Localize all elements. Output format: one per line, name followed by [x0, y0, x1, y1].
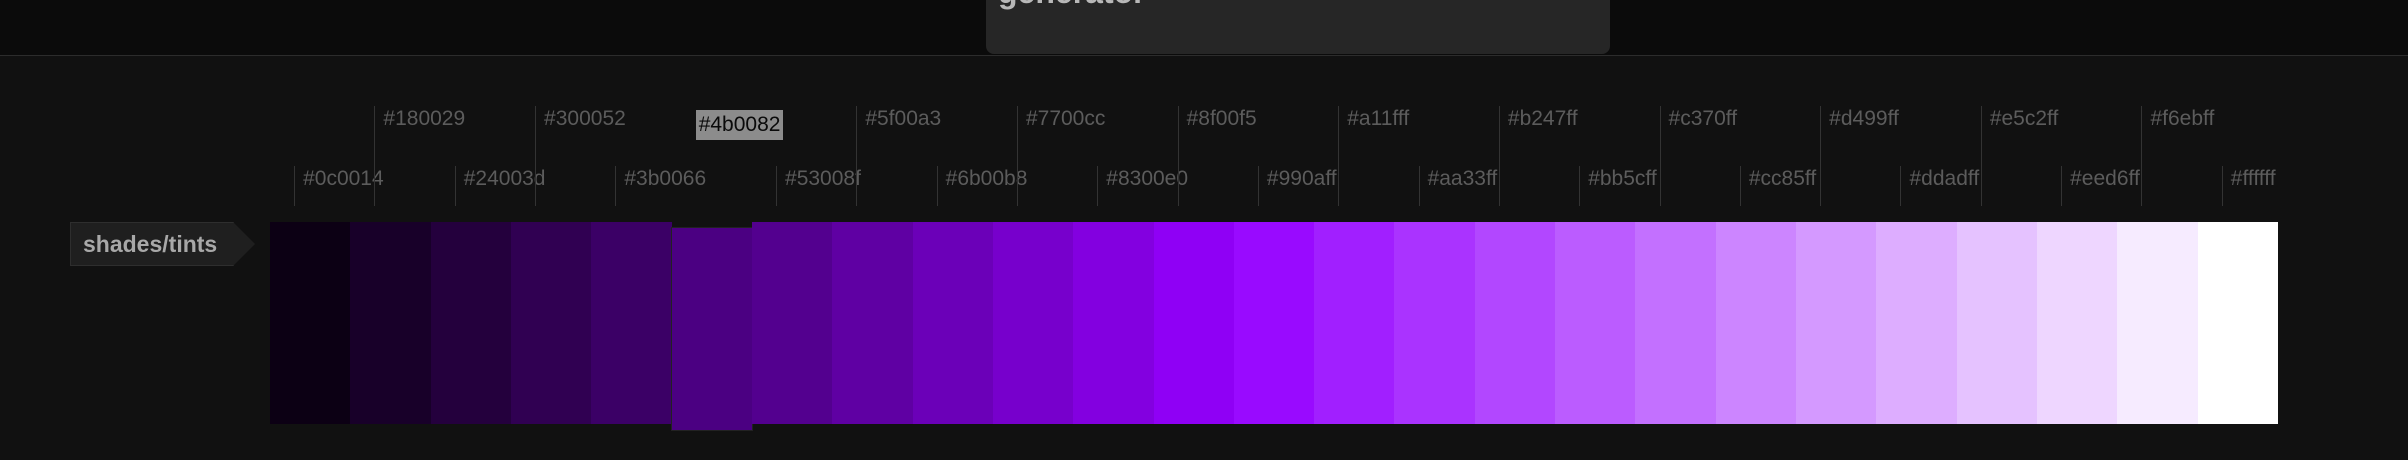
hex-label-text: #4b0082: [695, 110, 784, 140]
hex-label[interactable]: #eed6ff: [2061, 166, 2140, 206]
hex-label[interactable]: #53008f: [776, 166, 861, 206]
hex-label[interactable]: #180029: [374, 106, 465, 206]
hex-label-text: #7700cc: [1025, 107, 1106, 130]
color-swatch[interactable]: [591, 222, 673, 424]
hex-label-text: #a11fff: [1347, 107, 1410, 130]
hex-label[interactable]: #8f00f5: [1177, 106, 1257, 206]
color-swatch[interactable]: [1956, 222, 2038, 424]
hex-label-text: #e5c2ff: [1989, 107, 2059, 130]
hex-label[interactable]: #3b0066: [615, 166, 706, 206]
hex-label-text: #53008f: [785, 167, 861, 190]
color-swatch[interactable]: [1394, 222, 1476, 424]
color-swatch[interactable]: [751, 222, 833, 424]
hex-label[interactable]: #24003d: [454, 166, 546, 206]
color-swatch[interactable]: [1555, 222, 1636, 424]
hex-label-text: #990aff: [1266, 167, 1337, 190]
hex-label-text: #3b0066: [624, 167, 707, 190]
hex-label[interactable]: #ddadff: [1900, 166, 1979, 206]
hex-label[interactable]: #5f00a3: [856, 106, 941, 206]
hex-label[interactable]: #6b00b8: [936, 166, 1028, 206]
hex-label[interactable]: #d499ff: [1820, 106, 1899, 206]
hex-label-text: #6b00b8: [945, 167, 1028, 190]
hex-label[interactable]: #4b0082: [695, 110, 784, 210]
hex-label[interactable]: #b247ff: [1498, 106, 1578, 206]
hex-label-text: #aa33ff: [1427, 167, 1498, 190]
color-swatch[interactable]: [912, 222, 994, 424]
color-swatch[interactable]: [1233, 222, 1315, 424]
hex-label-text: #bb5cff: [1588, 167, 1657, 190]
color-swatch[interactable]: [992, 222, 1074, 424]
hex-label-text: #300052: [544, 107, 626, 130]
hex-label[interactable]: #c370ff: [1659, 106, 1738, 206]
hex-label-text: #0c0014: [303, 167, 384, 190]
hex-label[interactable]: #7700cc: [1016, 106, 1106, 206]
hex-label[interactable]: #e5c2ff: [1980, 106, 2059, 206]
hex-label-text: #f6ebff: [2150, 107, 2215, 130]
hex-label-text: #d499ff: [1829, 107, 1899, 130]
hex-label[interactable]: #f6ebff: [2141, 106, 2214, 206]
hex-label[interactable]: #300052: [535, 106, 626, 206]
swatch-strip: [270, 222, 2279, 431]
color-swatch[interactable]: [1474, 222, 1556, 424]
color-swatch[interactable]: [1876, 222, 1958, 424]
color-swatch[interactable]: [670, 227, 754, 431]
color-swatch[interactable]: [1796, 222, 1877, 424]
color-swatch[interactable]: [350, 222, 432, 424]
hex-label-text: #24003d: [463, 167, 546, 190]
hex-label-text: #8300e0: [1106, 167, 1189, 190]
hex-label-text: #5f00a3: [865, 107, 942, 130]
hex-label[interactable]: #8300e0: [1097, 166, 1188, 206]
hex-label[interactable]: #aa33ff: [1418, 166, 1498, 206]
hex-label[interactable]: #ffffff: [2221, 166, 2276, 206]
color-swatch[interactable]: [1635, 222, 1717, 424]
color-swatch[interactable]: [2117, 222, 2199, 424]
hex-label-text: #ffffff: [2230, 167, 2276, 190]
color-swatch[interactable]: [2197, 222, 2279, 424]
hex-label[interactable]: #a11fff: [1338, 106, 1409, 206]
hex-label[interactable]: #bb5cff: [1579, 166, 1657, 206]
hex-label[interactable]: #cc85ff: [1739, 166, 1817, 206]
color-swatch[interactable]: [1073, 222, 1154, 424]
hex-label-text: #cc85ff: [1748, 167, 1817, 190]
color-swatch[interactable]: [270, 222, 351, 424]
hex-label-text: #ddadff: [1909, 167, 1980, 190]
color-swatch[interactable]: [1314, 222, 1395, 424]
color-swatch[interactable]: [832, 222, 914, 424]
color-swatch[interactable]: [2037, 222, 2118, 424]
hex-label-text: #8f00f5: [1186, 107, 1257, 130]
hex-label[interactable]: #0c0014: [294, 166, 384, 206]
hex-label-text: #180029: [383, 107, 466, 130]
hex-label-text: #c370ff: [1668, 107, 1738, 130]
hex-label[interactable]: #990aff: [1257, 166, 1337, 206]
row-label-shades-tints: shades/tints: [70, 222, 256, 266]
color-swatch[interactable]: [430, 222, 512, 424]
color-swatch[interactable]: [1153, 222, 1235, 424]
color-swatch[interactable]: [1715, 222, 1797, 424]
hex-label-text: #b247ff: [1507, 107, 1578, 130]
hex-label-text: #eed6ff: [2070, 167, 2140, 190]
color-swatch[interactable]: [510, 222, 592, 424]
